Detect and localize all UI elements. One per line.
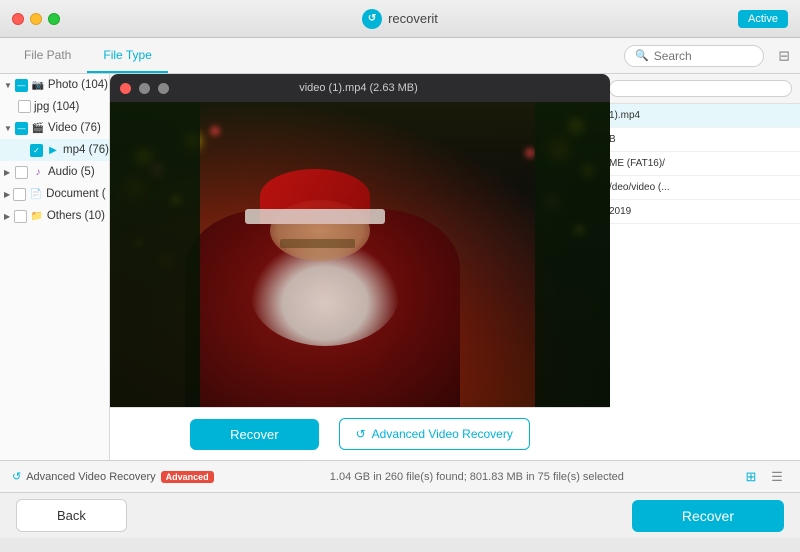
video-frame [110,102,610,407]
sidebar-item-mp4[interactable]: ✓ ▶ mp4 (76) [0,139,109,161]
others-label: Others (10) [47,210,105,222]
audio-icon: ♪ [31,165,45,179]
app-logo: ↺ recoverit [362,9,438,29]
modal-titlebar: video (1).mp4 (2.63 MB) [110,74,610,102]
file-row[interactable]: /deo/video (... [601,176,800,200]
chevron-down-icon: ▼ [4,81,12,90]
others-icon: 📁 [30,209,44,223]
video-checkbox[interactable]: — [15,122,28,135]
others-checkbox[interactable] [14,210,27,223]
main-layout: ▼ — 📷 Photo (104) jpg (104) ▼ — 🎬 Video … [0,74,800,460]
photo-checkbox[interactable]: — [15,79,28,92]
adv-video-recovery-label[interactable]: ↺ Advanced Video Recovery Advanced [12,470,214,483]
chevron-right-icon-others: ▶ [4,212,11,221]
tab-file-path[interactable]: File Path [8,38,87,73]
logo-icon: ↺ [362,9,382,29]
content-area: 1).mp4 B ME (FAT16)/ /deo/video (... 201… [110,74,800,460]
tab-file-type[interactable]: File Type [87,38,167,73]
sidebar-item-jpg[interactable]: jpg (104) [0,96,109,117]
adv-video-text: Advanced Video Recovery [26,471,155,483]
sidebar-item-others[interactable]: ▶ 📁 Others (10) [0,205,109,227]
advanced-badge: Advanced [161,471,214,483]
modal-bottom: Recover ↺ Advanced Video Recovery [110,407,610,460]
sidebar-item-audio[interactable]: ▶ ♪ Audio (5) [0,161,109,183]
audio-label: Audio (5) [48,166,95,178]
jpg-label: jpg (104) [34,101,79,113]
chevron-down-icon-video: ▼ [4,124,12,133]
search-box: 🔍 [624,45,764,67]
file-row[interactable]: ME (FAT16)/ [601,152,800,176]
filter-icon[interactable]: ⊟ [778,47,790,64]
advanced-video-recovery-modal-button[interactable]: ↺ Advanced Video Recovery [339,418,530,450]
tab-bar: File Path File Type 🔍 ⊟ [0,38,800,74]
jpg-checkbox[interactable] [18,100,31,113]
document-label: Document ( [46,188,105,200]
back-button[interactable]: Back [16,499,127,532]
search-icon: 🔍 [635,49,649,62]
bottom-bar: Back Recover [0,492,800,538]
chevron-right-icon-doc: ▶ [4,190,10,199]
document-icon: 📄 [29,187,43,201]
view-icons: ⊞ ☰ [740,466,788,488]
recover-main-button[interactable]: Recover [632,500,784,532]
file-row[interactable]: B [601,128,800,152]
preview-modal: video (1).mp4 (2.63 MB) [110,74,610,460]
active-badge: Active [738,10,788,28]
mp4-label: mp4 (76) [63,144,109,156]
sidebar-item-photo[interactable]: ▼ — 📷 Photo (104) [0,74,109,96]
photo-label: Photo (104) [48,79,108,91]
mp4-icon: ▶ [46,143,60,157]
file-list-search[interactable] [609,80,792,97]
recover-modal-button[interactable]: Recover [190,419,318,450]
search-input[interactable] [654,49,754,63]
adv-video-icon: ↺ [12,470,21,483]
grid-view-button[interactable]: ⊞ [740,466,762,488]
file-row[interactable]: 2019 [601,200,800,224]
file-row[interactable]: 1).mp4 [601,104,800,128]
maximize-button[interactable] [48,13,60,25]
sidebar: ▼ — 📷 Photo (104) jpg (104) ▼ — 🎬 Video … [0,74,110,460]
status-bar: ↺ Advanced Video Recovery Advanced 1.04 … [0,460,800,492]
sidebar-item-document[interactable]: ▶ 📄 Document ( [0,183,109,205]
adv-recovery-label: Advanced Video Recovery [372,427,513,441]
minimize-button[interactable] [30,13,42,25]
traffic-lights [12,13,60,25]
video-icon: 🎬 [31,121,45,135]
adv-recovery-icon: ↺ [356,427,366,441]
close-button[interactable] [12,13,24,25]
chevron-right-icon-audio: ▶ [4,168,12,177]
audio-checkbox[interactable] [15,166,28,179]
modal-title: video (1).mp4 (2.63 MB) [117,82,600,94]
photo-icon: 📷 [31,78,45,92]
list-view-button[interactable]: ☰ [766,466,788,488]
title-bar: ↺ recoverit Active [0,0,800,38]
mp4-checkbox[interactable]: ✓ [30,144,43,157]
document-checkbox[interactable] [13,188,26,201]
status-info: 1.04 GB in 260 file(s) found; 801.83 MB … [222,471,732,483]
file-list-header [601,74,800,104]
file-list-background: 1).mp4 B ME (FAT16)/ /deo/video (... 201… [600,74,800,460]
app-title: recoverit [388,11,438,26]
video-label: Video (76) [48,122,101,134]
sidebar-item-video[interactable]: ▼ — 🎬 Video (76) [0,117,109,139]
video-preview [110,102,610,407]
